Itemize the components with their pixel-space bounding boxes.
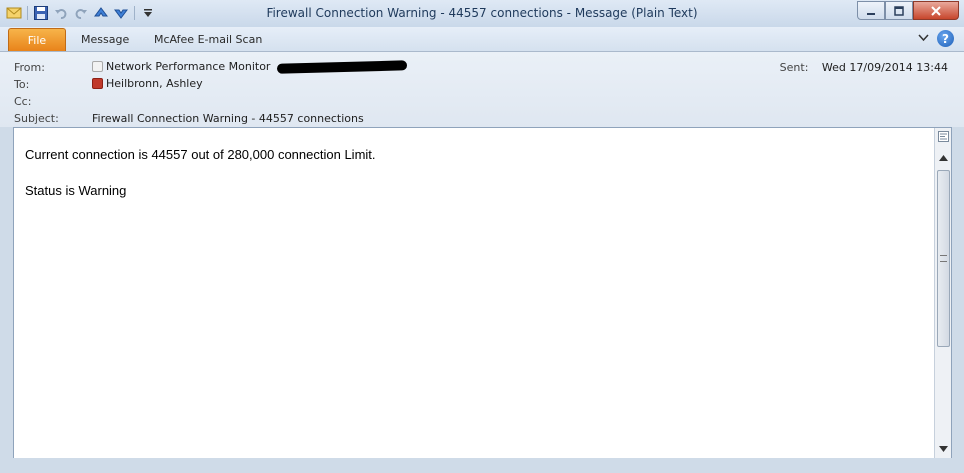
from-label: From: [14, 61, 45, 74]
message-body-pane[interactable]: Current connection is 44557 out of 280,0… [13, 127, 952, 459]
sent-value: Wed 17/09/2014 13:44 [821, 61, 948, 74]
presence-busy-icon [92, 78, 103, 89]
subject-label: Subject: [14, 112, 59, 125]
scroll-down-icon[interactable] [936, 442, 950, 455]
window-title: Firewall Connection Warning - 44557 conn… [266, 6, 698, 20]
to-value[interactable]: Heilbronn, Ashley [92, 77, 203, 90]
ribbon-tabs: File Message McAfee E-mail Scan ? [0, 27, 964, 52]
maximize-button[interactable] [885, 1, 913, 20]
tab-message[interactable]: Message [81, 33, 129, 46]
sent-info: Sent: Wed 17/09/2014 13:44 [780, 61, 948, 74]
message-body[interactable]: Current connection is 44557 out of 280,0… [25, 146, 376, 218]
tab-mcafee-email-scan[interactable]: McAfee E-mail Scan [154, 33, 262, 46]
ruler-icon[interactable] [936, 130, 950, 143]
title-bar: Firewall Connection Warning - 44557 conn… [0, 0, 964, 28]
window-controls [857, 1, 959, 20]
to-label: To: [14, 78, 30, 91]
close-icon [931, 5, 941, 16]
file-tab[interactable]: File [8, 28, 66, 51]
redacted-email-address [277, 59, 408, 74]
scroll-up-icon[interactable] [936, 151, 950, 164]
window-bottom-frame [0, 458, 964, 473]
from-name[interactable]: Network Performance Monitor [106, 60, 270, 73]
sent-label: Sent: [779, 61, 809, 74]
scrollbar-thumb[interactable] [937, 170, 950, 347]
from-value[interactable]: Network Performance Monitor [92, 59, 408, 74]
subject-value: Firewall Connection Warning - 44557 conn… [92, 112, 364, 125]
vertical-scrollbar[interactable] [934, 128, 951, 458]
scrollbar-grip [940, 255, 947, 262]
minimize-button[interactable] [857, 1, 885, 20]
body-line-status: Status is Warning [25, 183, 127, 198]
minimize-ribbon-icon[interactable] [918, 32, 929, 45]
message-header: From: Network Performance Monitor Sent: … [0, 52, 964, 127]
presence-unknown-icon [92, 61, 103, 72]
cc-label: Cc: [14, 95, 32, 108]
help-icon[interactable]: ? [937, 30, 954, 47]
to-name[interactable]: Heilbronn, Ashley [106, 77, 203, 90]
close-button[interactable] [913, 1, 959, 20]
body-line-connection: Current connection is 44557 out of 280,0… [25, 147, 376, 162]
